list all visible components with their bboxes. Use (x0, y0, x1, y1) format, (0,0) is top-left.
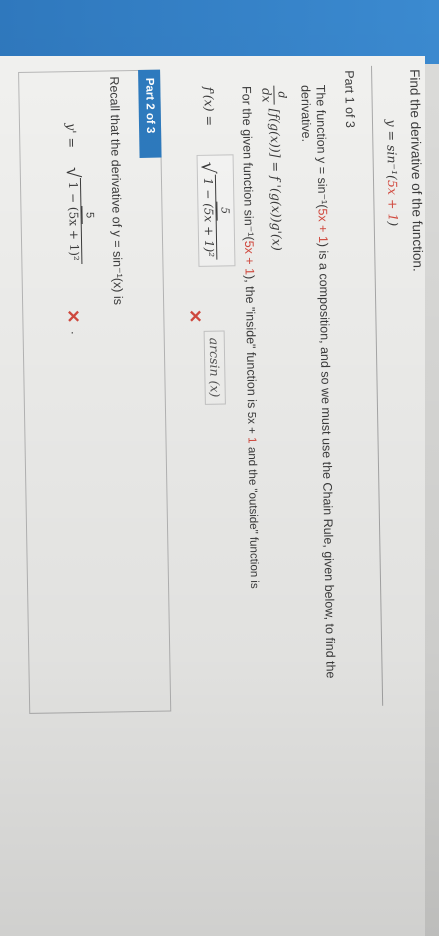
question-function: y = sin⁻¹(5x + 1) (384, 119, 401, 226)
worksheet-content: Find the derivative of the function. y =… (2, 65, 433, 722)
yprime-num: 5 (81, 205, 97, 225)
part1-label: Part 1 of 3 (342, 70, 358, 129)
incorrect-mark-icon: ✕ (185, 308, 205, 324)
chain-rule-ddx: d dx (258, 85, 289, 105)
fprime-den: √ 1 − (5x + 1)² (197, 161, 220, 261)
given-text-a: For the given function sin⁻¹( (239, 85, 257, 241)
given-text-b: ), the "inside" function is (242, 274, 259, 409)
inside-fn-a: 5x + (245, 411, 258, 438)
yprime-den-text: 1 − (5x + 1)² (64, 178, 83, 264)
part1-intro-cont: derivative. (298, 84, 314, 143)
inside-function: 5x + 1 (245, 412, 258, 444)
inside-fn-b: 1 (245, 436, 258, 444)
divider (371, 65, 384, 706)
part2-label: Part 2 of 3 (138, 69, 162, 158)
part1-text-inner: 5x + 1 (315, 208, 331, 243)
fprime-num: 5 (216, 201, 232, 221)
function-prefix: y = sin⁻¹( (383, 119, 401, 181)
fprime-den-text: 1 − (5x + 1)² (199, 174, 218, 261)
sqrt-icon: √ (197, 161, 220, 175)
part1-text-a: The function y = sin⁻¹( (313, 84, 330, 209)
yprime-den: √ 1 − (5x + 1)² (62, 166, 84, 264)
fprime-answer-box[interactable]: 5 √ 1 − (5x + 1)² (196, 154, 236, 268)
function-suffix: ) (385, 221, 401, 227)
fprime-label: f'(x) = (201, 86, 218, 127)
outside-function-box[interactable]: arcsin (x) (203, 330, 226, 405)
yprime-expression[interactable]: 5 √ 1 − (5x + 1)² (62, 166, 98, 264)
given-text-c: and the "outside" function is (245, 446, 261, 589)
yprime-label: y' = (63, 122, 80, 149)
ddx-den: dx (259, 87, 274, 103)
fprime-fraction: 5 √ 1 − (5x + 1)² (197, 161, 233, 261)
part1-intro: The function y = sin⁻¹(5x + 1) is a comp… (313, 85, 338, 679)
part1-text-b: ) is a composition, and so we must use t… (316, 242, 338, 679)
function-inner: 5x + 1 (385, 179, 401, 222)
chain-rule: d dx [f(g(x))] = f '(g(x))g'(x) (258, 85, 291, 251)
given-text-inner: 5x + 1 (242, 240, 257, 276)
sqrt-icon: √ (62, 166, 84, 178)
incorrect-mark-icon: ✕ (63, 308, 83, 324)
yprime-fraction: 5 √ 1 − (5x + 1)² (62, 166, 98, 264)
trailing-period: . (68, 330, 83, 335)
header-bar (0, 0, 439, 64)
ddx-num: d (273, 85, 289, 105)
screenshot-photo: Find the derivative of the function. y =… (0, 0, 439, 936)
chain-rule-formula: [f(g(x))] = f '(g(x))g'(x) (267, 108, 285, 251)
